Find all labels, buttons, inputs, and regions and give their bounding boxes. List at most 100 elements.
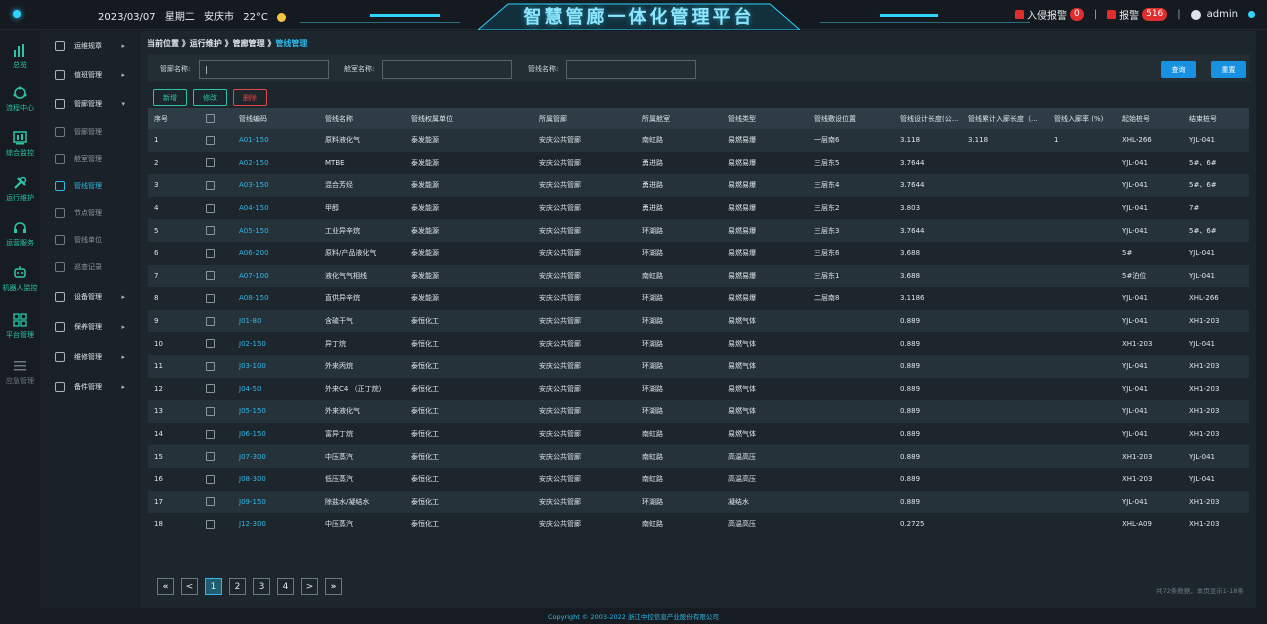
- row-checkbox-cell[interactable]: [200, 490, 233, 514]
- table-row[interactable]: 18 J12-300 中压蒸汽 泰恒化工 安庆公共管廊 南虹路 高温高压 0.2725 XHL-…: [148, 513, 1249, 536]
- checkbox[interactable]: [206, 429, 215, 439]
- row-checkbox-cell[interactable]: [200, 377, 233, 401]
- checkbox[interactable]: [206, 519, 215, 529]
- pipeline-code-link[interactable]: J07-300: [233, 445, 319, 468]
- table-row[interactable]: 17 J09-150 除盐水/凝结水 泰恒化工 安庆公共管廊 环湖路 凝结水 0.889 YJL…: [148, 490, 1249, 514]
- table-row[interactable]: 7 A07-100 液化气气相线 泰发能源 安庆公共管廊 南虹路 易燃易爆 三层东1 3.688…: [148, 264, 1249, 288]
- pipeline-code-link[interactable]: J12-300: [233, 513, 319, 536]
- pipeline-code-link[interactable]: A03-150: [233, 174, 319, 197]
- row-checkbox-cell[interactable]: [200, 196, 233, 220]
- pipeline-code-link[interactable]: A01-150: [233, 129, 319, 152]
- pipeline-code-link[interactable]: J08-300: [233, 467, 319, 491]
- corridor-name-input[interactable]: [199, 60, 329, 79]
- row-checkbox-cell[interactable]: [200, 513, 233, 536]
- menu-item-corridor[interactable]: 管廊管理: [40, 119, 138, 145]
- row-checkbox-cell[interactable]: [200, 400, 233, 423]
- table-row[interactable]: 13 J05-150 外来液化气 泰恒化工 安庆公共管廊 环湖路 易燃气体 0.889 YJL-…: [148, 400, 1249, 423]
- menu-item-node[interactable]: 节点管理: [40, 200, 138, 226]
- rail-item-service[interactable]: 运营服务: [0, 221, 40, 248]
- pipeline-code-link[interactable]: A05-150: [233, 219, 319, 242]
- checkbox[interactable]: [206, 474, 215, 484]
- page-button[interactable]: 3: [253, 578, 270, 595]
- row-checkbox-cell[interactable]: [200, 445, 233, 468]
- table-row[interactable]: 11 J03-100 外来丙烷 泰恒化工 安庆公共管廊 环湖路 易燃气体 0.889 YJL-0…: [148, 354, 1249, 378]
- pipeline-code-link[interactable]: A08-150: [233, 287, 319, 310]
- checkbox[interactable]: [206, 293, 215, 303]
- page-button[interactable]: 2: [229, 578, 246, 595]
- row-checkbox-cell[interactable]: [200, 287, 233, 310]
- alarm-link[interactable]: 报警: [1119, 7, 1139, 22]
- row-checkbox-cell[interactable]: [200, 264, 233, 288]
- pipeline-code-link[interactable]: A02-150: [233, 151, 319, 175]
- pipeline-code-link[interactable]: J02-150: [233, 332, 319, 355]
- menu-item-cabin[interactable]: 舱室管理: [40, 146, 138, 172]
- row-checkbox-cell[interactable]: [200, 422, 233, 446]
- prev-page-button[interactable]: <: [181, 578, 198, 595]
- menu-item-pipeline-unit[interactable]: 管线单位: [40, 227, 138, 253]
- user-menu-dot-icon[interactable]: [1248, 11, 1255, 18]
- table-row[interactable]: 4 A04-150 甲醇 泰发能源 安庆公共管廊 勇进路 易燃易爆 三层东2 3.803 YJL-…: [148, 196, 1249, 220]
- checkbox[interactable]: [206, 271, 215, 281]
- last-page-button[interactable]: »: [325, 578, 342, 595]
- row-checkbox-cell[interactable]: [200, 241, 233, 265]
- menu-item-corridor-group[interactable]: 管廊管理 ▾: [40, 91, 138, 117]
- checkbox[interactable]: [206, 203, 215, 213]
- checkbox[interactable]: [206, 180, 215, 190]
- menu-item-pipeline[interactable]: 管线管理: [40, 173, 138, 199]
- row-checkbox-cell[interactable]: [200, 219, 233, 242]
- checkbox[interactable]: [206, 452, 215, 462]
- table-row[interactable]: 2 A02-150 MTBE 泰发能源 安庆公共管廊 勇进路 易燃易爆 三层东5 3.7644 Y…: [148, 151, 1249, 175]
- pipeline-name-input[interactable]: [566, 60, 696, 79]
- pipeline-code-link[interactable]: J03-100: [233, 354, 319, 378]
- delete-button[interactable]: 删除: [233, 89, 267, 106]
- table-row[interactable]: 10 J02-150 异丁烷 泰恒化工 安庆公共管廊 环湖路 易燃气体 0.889 XH1-20…: [148, 332, 1249, 355]
- row-checkbox-cell[interactable]: [200, 354, 233, 378]
- rail-item-monitor[interactable]: 综合监控: [0, 131, 40, 158]
- reset-button[interactable]: 重置: [1211, 61, 1246, 78]
- table-row[interactable]: 9 J01-80 含硫干气 泰恒化工 安庆公共管廊 环湖路 易燃气体 0.889 YJL-041…: [148, 309, 1249, 333]
- pipeline-code-link[interactable]: A07-100: [233, 264, 319, 288]
- rail-item-flow[interactable]: 流程中心: [0, 86, 40, 113]
- checkbox[interactable]: [206, 339, 215, 349]
- menu-item-repair[interactable]: 维修管理 ▸: [40, 344, 138, 370]
- table-row[interactable]: 5 A05-150 工业异辛烷 泰发能源 安庆公共管廊 环湖路 易燃易爆 三层东3 3.7644…: [148, 219, 1249, 242]
- row-checkbox-cell[interactable]: [200, 174, 233, 197]
- row-checkbox-cell[interactable]: [200, 129, 233, 152]
- checkbox[interactable]: [206, 158, 215, 168]
- page-button[interactable]: 4: [277, 578, 294, 595]
- select-all-checkbox-header[interactable]: [200, 108, 233, 129]
- pipeline-code-link[interactable]: J06-150: [233, 422, 319, 446]
- rail-item-robot[interactable]: 机器人监控: [0, 266, 40, 293]
- table-row[interactable]: 1 A01-150 原料液化气 泰发能源 安庆公共管廊 南虹路 易燃易爆 一层南6 3.118 3…: [148, 129, 1249, 152]
- checkbox[interactable]: [206, 135, 215, 145]
- user-name[interactable]: admin: [1207, 9, 1238, 20]
- checkbox[interactable]: [206, 316, 215, 326]
- checkbox[interactable]: [206, 361, 215, 371]
- pipeline-code-link[interactable]: J05-150: [233, 400, 319, 423]
- pipeline-code-link[interactable]: J04-50: [233, 377, 319, 401]
- menu-item-upkeep[interactable]: 保养管理 ▸: [40, 314, 138, 340]
- next-page-button[interactable]: >: [301, 578, 318, 595]
- pipeline-code-link[interactable]: A06-200: [233, 241, 319, 265]
- query-button[interactable]: 查询: [1161, 61, 1196, 78]
- checkbox[interactable]: [206, 248, 215, 258]
- rail-item-overview[interactable]: 总览: [0, 43, 40, 70]
- checkbox[interactable]: [206, 497, 215, 507]
- menu-item-regulations[interactable]: 运维规章 ▸: [40, 33, 138, 59]
- pipeline-code-link[interactable]: J09-150: [233, 490, 319, 514]
- rail-item-platform[interactable]: 平台管理: [0, 313, 40, 340]
- table-row[interactable]: 6 A06-200 原料/产品液化气 泰发能源 安庆公共管廊 环湖路 易燃易爆 三层东6 3.6…: [148, 241, 1249, 265]
- table-row[interactable]: 14 J06-150 富异丁烷 泰恒化工 安庆公共管廊 南虹路 易燃气体 0.889 YJL-0…: [148, 422, 1249, 446]
- checkbox[interactable]: [206, 114, 215, 123]
- row-checkbox-cell[interactable]: [200, 309, 233, 333]
- table-row[interactable]: 12 J04-50 外来C4 （正丁烷） 泰恒化工 安庆公共管廊 环湖路 易燃气体 0.889…: [148, 377, 1249, 401]
- checkbox[interactable]: [206, 384, 215, 394]
- cabin-name-input[interactable]: [382, 60, 512, 79]
- table-row[interactable]: 15 J07-300 中压蒸汽 泰恒化工 安庆公共管廊 南虹路 高温高压 0.889 XH1-2…: [148, 445, 1249, 468]
- pipeline-code-link[interactable]: J01-80: [233, 309, 319, 333]
- rail-item-maintenance[interactable]: 运行维护: [0, 176, 40, 203]
- first-page-button[interactable]: «: [157, 578, 174, 595]
- menu-item-inspection[interactable]: 巡查记录: [40, 254, 138, 280]
- menu-item-equipment[interactable]: 设备管理 ▸: [40, 284, 138, 310]
- menu-item-duty[interactable]: 值班管理 ▸: [40, 62, 138, 88]
